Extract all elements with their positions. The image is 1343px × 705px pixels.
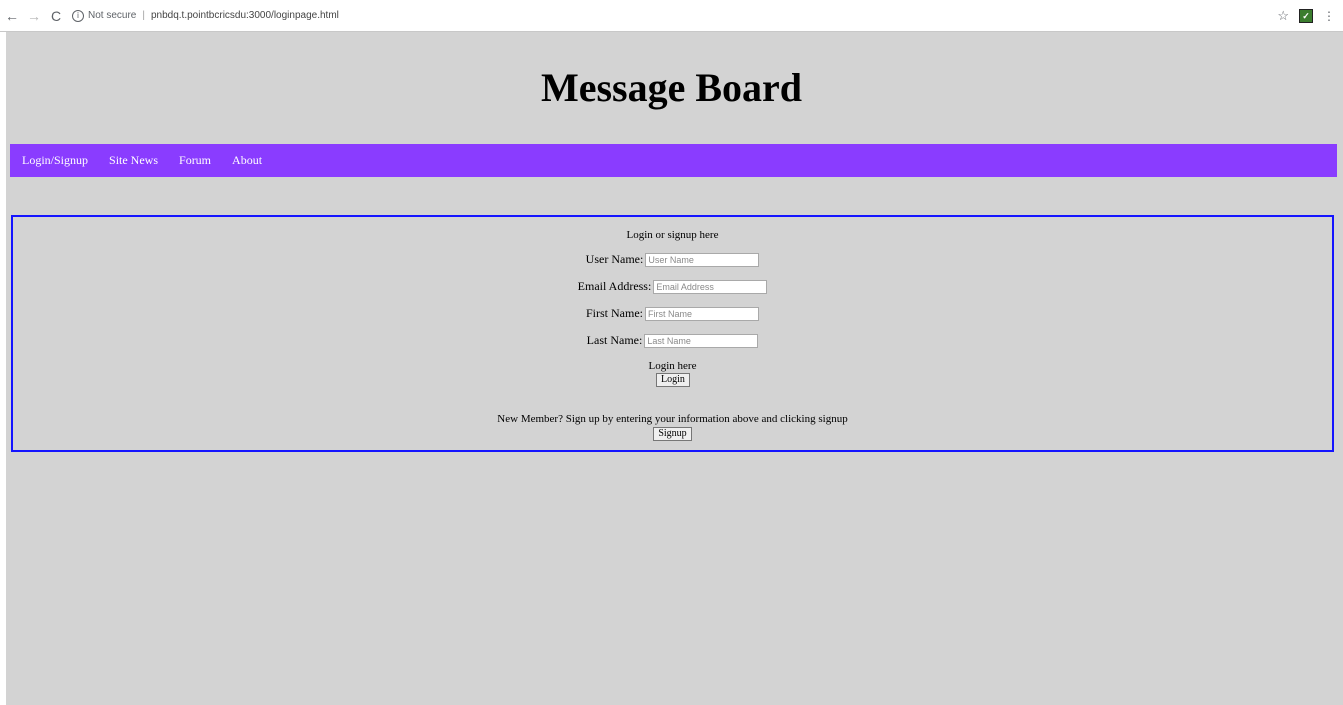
email-input[interactable]: [653, 279, 768, 294]
info-icon[interactable]: i: [72, 9, 84, 22]
email-label: Email Address:: [577, 279, 652, 293]
signup-button[interactable]: Signup: [653, 427, 692, 441]
nav-login-signup[interactable]: Login/Signup: [22, 153, 88, 168]
nav-about[interactable]: About: [232, 153, 262, 168]
extension-icon[interactable]: ✓: [1299, 9, 1313, 23]
login-text: Login here: [648, 360, 697, 372]
menu-icon[interactable]: ⋮: [1323, 8, 1335, 24]
security-label: Not secure: [88, 10, 137, 21]
form-heading: Login or signup here: [626, 229, 719, 241]
last-name-input[interactable]: [644, 333, 759, 348]
reload-icon[interactable]: C: [48, 8, 64, 24]
left-edge: [0, 32, 6, 705]
page-content: Message Board Login/Signup Site News For…: [0, 32, 1343, 705]
user-name-label: User Name:: [585, 252, 644, 266]
forward-arrow-icon[interactable]: →: [26, 8, 42, 24]
toolbar-actions: ☆ ✓ ⋮: [1277, 8, 1335, 24]
page-title: Message Board: [540, 65, 803, 110]
user-name-input[interactable]: [645, 252, 760, 267]
user-name-row: User Name:: [13, 252, 1332, 267]
nav-forum[interactable]: Forum: [179, 153, 211, 168]
back-arrow-icon[interactable]: ←: [4, 8, 20, 24]
browser-toolbar: ← → C i Not secure | pnbdq.t.pointbcrics…: [0, 0, 1343, 32]
email-row: Email Address:: [13, 279, 1332, 294]
last-name-label: Last Name:: [586, 333, 643, 347]
first-name-row: First Name:: [13, 306, 1332, 321]
login-button[interactable]: Login: [656, 373, 690, 387]
nav-site-news[interactable]: Site News: [109, 153, 158, 168]
address-separator: |: [142, 10, 145, 21]
first-name-input[interactable]: [645, 306, 759, 321]
main-navbar: Login/Signup Site News Forum About: [10, 144, 1337, 177]
last-name-row: Last Name:: [13, 333, 1332, 348]
first-name-label: First Name:: [586, 306, 643, 320]
url-text[interactable]: pnbdq.t.pointbcricsdu:3000/loginpage.htm…: [151, 10, 339, 21]
address-bar[interactable]: i Not secure | pnbdq.t.pointbcricsdu:300…: [72, 5, 1322, 27]
signup-text: New Member? Sign up by entering your inf…: [497, 413, 848, 425]
login-form: Login or signup here User Name: Email Ad…: [11, 215, 1334, 452]
bookmark-star-icon[interactable]: ☆: [1277, 8, 1289, 24]
